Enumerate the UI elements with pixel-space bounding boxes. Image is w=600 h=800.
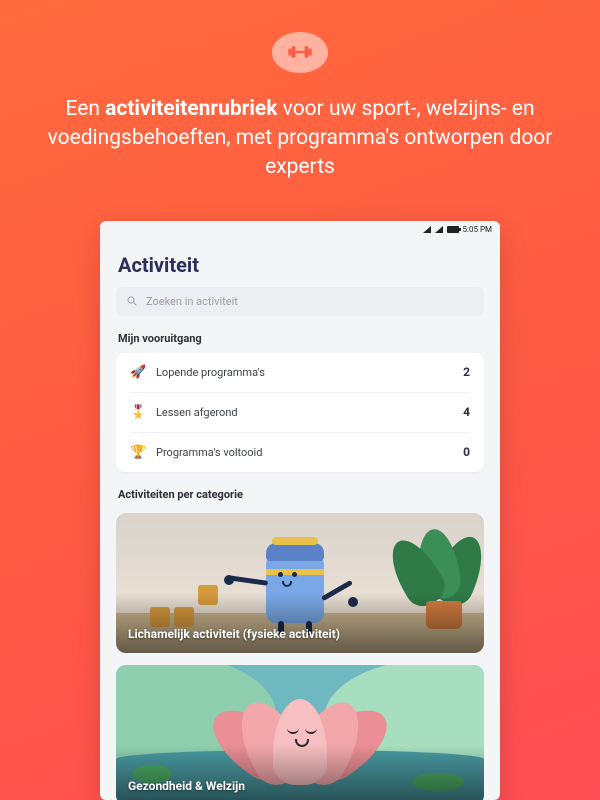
progress-row-value: 2: [463, 365, 470, 379]
search-icon: [126, 295, 138, 307]
category-card-wellness[interactable]: Gezondheid & Welzijn: [116, 665, 484, 800]
progress-row-label: Programma's voltooid: [156, 446, 262, 459]
rocket-icon: 🚀: [130, 365, 146, 380]
dumbbell-icon: [272, 32, 328, 73]
wifi-icon: [423, 226, 431, 233]
phone-content: Activiteit Zoeken in activiteit Mijn voo…: [100, 239, 500, 800]
category-title: Lichamelijk activiteit (fysieke activite…: [128, 627, 340, 641]
promo-background: Een activiteitenrubriek voor uw sport-, …: [0, 0, 600, 800]
promo-headline-pre: Een: [65, 97, 105, 121]
status-time: 5:05 PM: [463, 225, 492, 234]
battery-icon: [447, 226, 459, 233]
progress-row-label: Lopende programma's: [156, 366, 265, 379]
trophy-icon: 🏆: [130, 445, 146, 460]
progress-row-lessons[interactable]: 🎖️ Lessen afgerond 4: [130, 393, 470, 433]
page-title: Activiteit: [118, 253, 482, 277]
progress-card: 🚀 Lopende programma's 2 🎖️ Lessen afgero…: [116, 353, 484, 472]
progress-row-label: Lessen afgerond: [156, 406, 238, 419]
category-card-physical[interactable]: Lichamelijk activiteit (fysieke activite…: [116, 513, 484, 653]
promo-headline-bold: activiteitenrubriek: [105, 97, 277, 121]
progress-row-value: 0: [463, 445, 470, 459]
section-label-progress: Mijn vooruitgang: [118, 332, 482, 345]
progress-row-value: 4: [463, 405, 470, 419]
promo-headline: Een activiteitenrubriek voor uw sport-, …: [44, 95, 556, 183]
status-bar: 5:05 PM: [100, 221, 500, 239]
progress-row-running[interactable]: 🚀 Lopende programma's 2: [130, 353, 470, 393]
search-input[interactable]: Zoeken in activiteit: [116, 287, 484, 316]
section-label-categories: Activiteiten per categorie: [118, 488, 482, 501]
progress-row-completed[interactable]: 🏆 Programma's voltooid 0: [130, 433, 470, 472]
phone-frame: 5:05 PM Activiteit Zoeken in activiteit …: [100, 221, 500, 800]
medal-icon: 🎖️: [130, 405, 146, 420]
category-title: Gezondheid & Welzijn: [128, 779, 245, 793]
signal-icon: [435, 226, 443, 233]
search-placeholder: Zoeken in activiteit: [146, 295, 238, 308]
